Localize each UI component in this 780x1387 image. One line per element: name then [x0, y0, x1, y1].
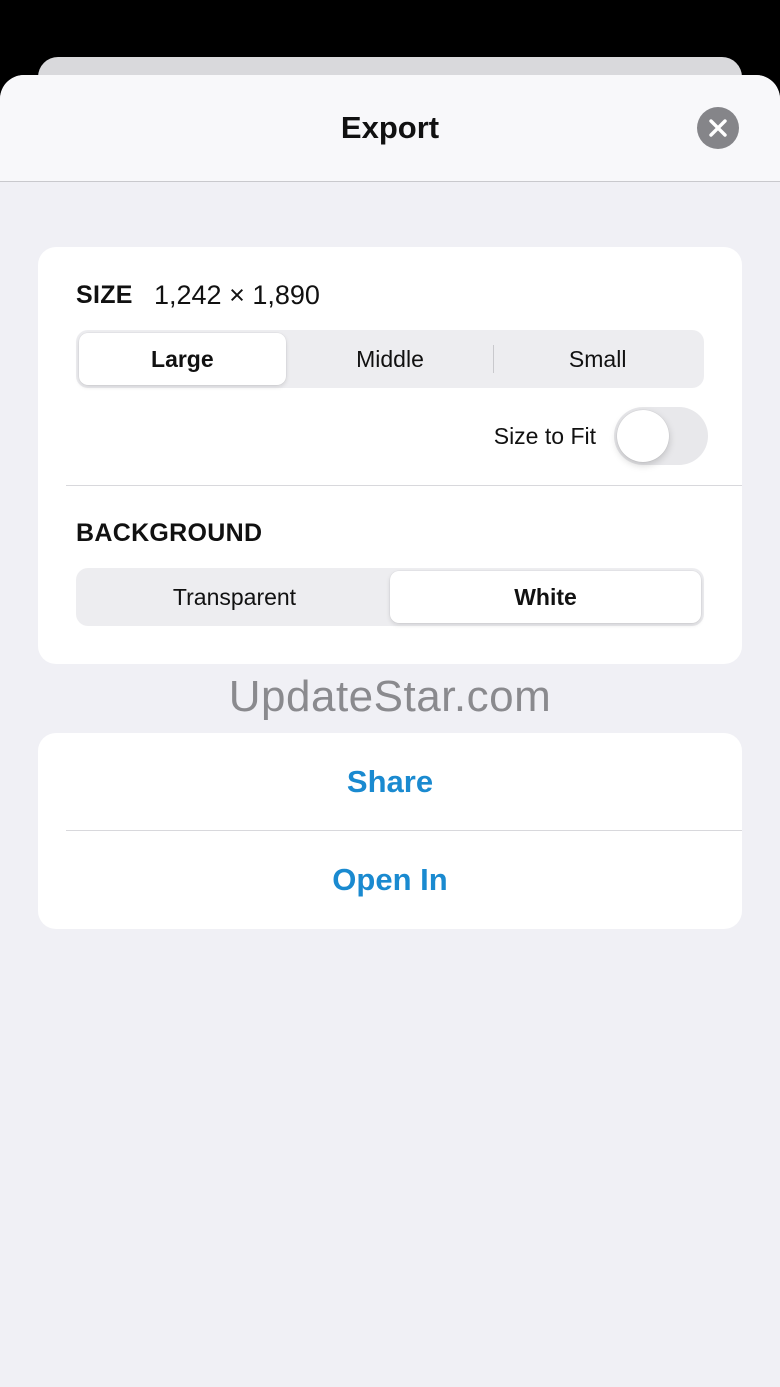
background-label: BACKGROUND: [76, 519, 263, 547]
background-option-white[interactable]: White: [390, 571, 701, 623]
size-dimensions: 1,242 × 1,890: [154, 280, 320, 310]
size-segmented-control: Large Middle Small: [76, 330, 704, 388]
size-to-fit-row: Size to Fit: [494, 407, 708, 465]
size-to-fit-label: Size to Fit: [493, 422, 596, 449]
toggle-knob: [617, 410, 669, 462]
size-option-small[interactable]: Small: [494, 333, 701, 385]
open-in-button[interactable]: Open In: [38, 831, 742, 928]
size-to-fit-toggle[interactable]: [614, 407, 708, 465]
background-segmented-control: Transparent White: [76, 568, 704, 626]
size-option-middle[interactable]: Middle: [287, 333, 494, 385]
close-button[interactable]: [697, 107, 739, 149]
background-option-transparent[interactable]: Transparent: [79, 571, 390, 623]
export-options-card: SIZE 1,242 × 1,890 Large Middle Small Si…: [38, 247, 742, 664]
size-label: SIZE: [76, 281, 133, 309]
watermark: UpdateStar.com: [228, 672, 552, 721]
size-option-large[interactable]: Large: [79, 333, 286, 385]
nav-bar: Export: [0, 75, 780, 182]
share-button[interactable]: Share: [38, 733, 742, 830]
actions-card: Share Open In: [38, 733, 742, 929]
section-divider: [66, 485, 742, 486]
page-title: Export: [340, 110, 440, 145]
export-sheet: Export SIZE 1,242 × 1,890 Large Middle S…: [0, 75, 780, 1387]
close-icon: [709, 119, 727, 137]
